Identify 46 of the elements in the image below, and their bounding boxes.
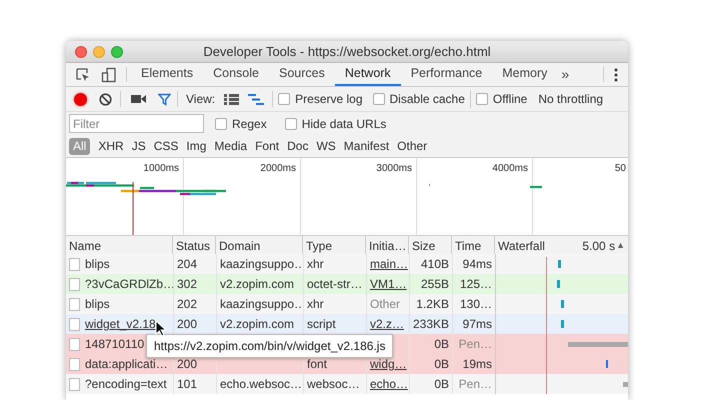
window-title: Developer Tools - https://websocket.org/echo.html xyxy=(203,42,491,61)
tick-label: 50 xyxy=(614,162,626,176)
tick-label: 1000ms xyxy=(143,162,179,176)
view-label: View: xyxy=(186,91,216,108)
tick-label: 3000ms xyxy=(376,162,412,176)
domain-cell-text: echo.websoc… xyxy=(220,376,302,393)
size-cell-text: 233KB xyxy=(412,316,449,333)
time-cell-text: Pen… xyxy=(458,336,492,353)
checkbox-label: Disable cache xyxy=(390,91,465,108)
type-cell-text: octet-str… xyxy=(307,276,362,293)
time-cell-text: Pen… xyxy=(458,376,492,393)
status-code: 302 xyxy=(177,276,198,293)
size-cell-text: 1.2KB xyxy=(416,296,449,313)
type-cell-text: xhr xyxy=(307,256,324,273)
status-code: 200 xyxy=(177,356,198,373)
time-cell-text: 94ms xyxy=(462,256,492,273)
checkbox-label: Preserve log xyxy=(295,91,363,108)
size-cell-text: 0B xyxy=(434,336,449,353)
url-tooltip: https://v2.zopim.com/bin/v/widget_v2.186.js xyxy=(146,334,394,358)
size-cell-text: 255B xyxy=(420,276,449,293)
time-cell-text: 97ms xyxy=(462,316,492,333)
status-code: 202 xyxy=(177,296,198,313)
tick-label: 2000ms xyxy=(260,162,296,176)
domain-cell-text: kaazingsuppo… xyxy=(220,296,303,313)
domain-cell-text: v2.zopim.com xyxy=(220,316,294,333)
type-cell-text: websoc… xyxy=(307,376,360,393)
initiator-cell-text: Other xyxy=(370,296,400,313)
type-cell-text: font xyxy=(307,356,328,373)
checkbox-label: Regex xyxy=(232,116,267,132)
status-code: 101 xyxy=(177,376,198,393)
checkbox-label: Hide data URLs xyxy=(302,116,386,132)
type-cell-text: script xyxy=(307,316,336,333)
size-cell-text: 0B xyxy=(434,356,449,373)
time-cell-text: 125… xyxy=(460,276,492,293)
checkbox-label: Offline xyxy=(492,91,528,108)
tick-label: 4000ms xyxy=(492,162,528,176)
status-code: 204 xyxy=(177,256,198,273)
time-cell-text: 19ms xyxy=(462,356,492,373)
domain-cell-text: kaazingsuppo… xyxy=(220,256,303,273)
status-code: 200 xyxy=(177,316,198,333)
size-cell-text: 0B xyxy=(434,376,449,393)
size-cell-text: 410B xyxy=(420,256,449,273)
waterfall-scale: 5.00 s xyxy=(582,238,616,255)
domain-cell-text: v2.zopim.com xyxy=(220,276,294,293)
time-cell-text: 130… xyxy=(460,296,492,313)
type-cell-text: xhr xyxy=(307,296,324,313)
